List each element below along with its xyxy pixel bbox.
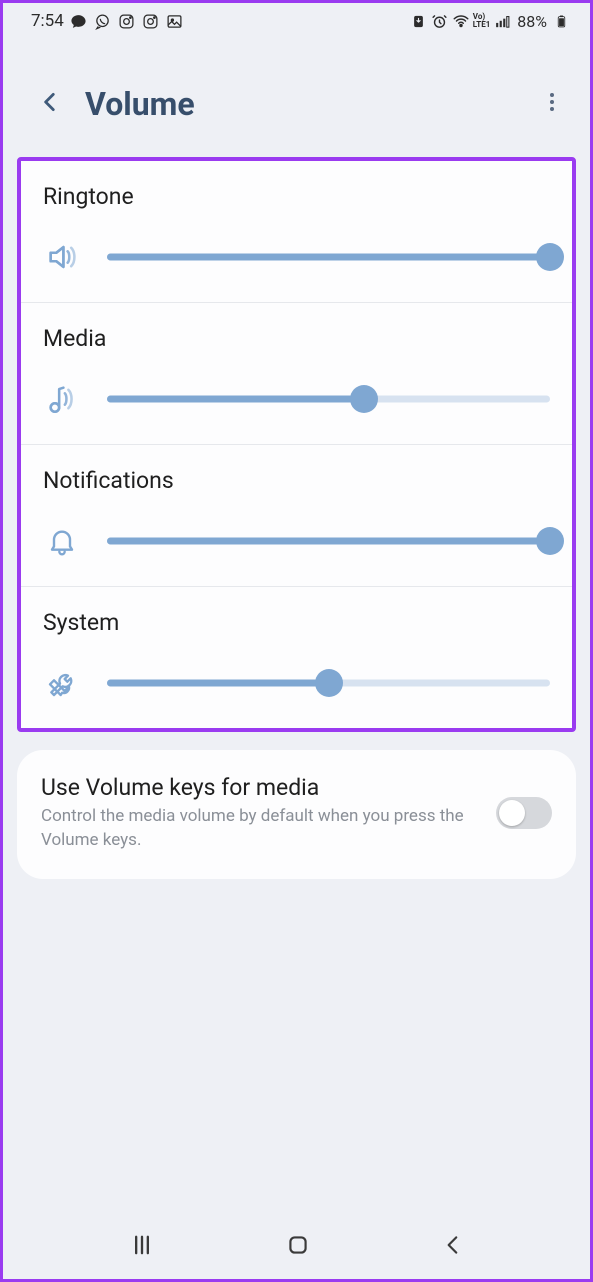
speaker-icon bbox=[43, 238, 81, 276]
volume-keys-option[interactable]: Use Volume keys for media Control the me… bbox=[17, 750, 576, 879]
status-bar: 7:54 Vo)LTE1 88% bbox=[3, 3, 590, 37]
status-left: 7:54 bbox=[31, 11, 184, 31]
wrench-icon bbox=[43, 664, 81, 702]
instagram-icon-2 bbox=[142, 12, 160, 30]
wifi-icon bbox=[452, 12, 470, 30]
nav-recents-button[interactable] bbox=[128, 1231, 156, 1263]
media-section: Media bbox=[21, 302, 572, 444]
system-label: System bbox=[43, 609, 550, 636]
back-button[interactable] bbox=[37, 89, 63, 119]
page-title: Volume bbox=[85, 85, 540, 123]
more-options-button[interactable] bbox=[540, 90, 564, 118]
ringtone-section: Ringtone bbox=[21, 161, 572, 302]
ringtone-label: Ringtone bbox=[43, 183, 550, 210]
volume-keys-title: Use Volume keys for media bbox=[41, 774, 482, 801]
signal-icon bbox=[493, 12, 511, 30]
nav-back-button[interactable] bbox=[440, 1232, 466, 1262]
status-time: 7:54 bbox=[31, 11, 64, 31]
battery-percent: 88% bbox=[517, 12, 547, 31]
media-label: Media bbox=[43, 325, 550, 352]
volume-keys-subtitle: Control the media volume by default when… bbox=[41, 805, 482, 853]
chat-icon bbox=[70, 12, 88, 30]
app-update-icon bbox=[410, 12, 428, 30]
notifications-section: Notifications bbox=[21, 444, 572, 586]
instagram-icon bbox=[118, 12, 136, 30]
nav-home-button[interactable] bbox=[285, 1232, 311, 1262]
volume-keys-toggle[interactable] bbox=[496, 797, 552, 829]
volume-sliders-card: Ringtone Media Notifications bbox=[17, 157, 576, 732]
notifications-label: Notifications bbox=[43, 467, 550, 494]
system-slider[interactable] bbox=[107, 669, 550, 697]
ringtone-slider[interactable] bbox=[107, 243, 550, 271]
alarm-icon bbox=[431, 12, 449, 30]
music-note-icon bbox=[43, 380, 81, 418]
app-bar: Volume bbox=[3, 37, 590, 145]
lte-indicator: Vo)LTE1 bbox=[473, 12, 491, 30]
status-right: Vo)LTE1 88% bbox=[410, 12, 570, 31]
notifications-slider[interactable] bbox=[107, 527, 550, 555]
system-section: System bbox=[21, 586, 572, 728]
battery-icon bbox=[552, 12, 570, 30]
bell-icon bbox=[43, 522, 81, 560]
media-slider[interactable] bbox=[107, 385, 550, 413]
gallery-icon bbox=[166, 12, 184, 30]
whatsapp-icon bbox=[94, 12, 112, 30]
navigation-bar bbox=[3, 1221, 590, 1279]
